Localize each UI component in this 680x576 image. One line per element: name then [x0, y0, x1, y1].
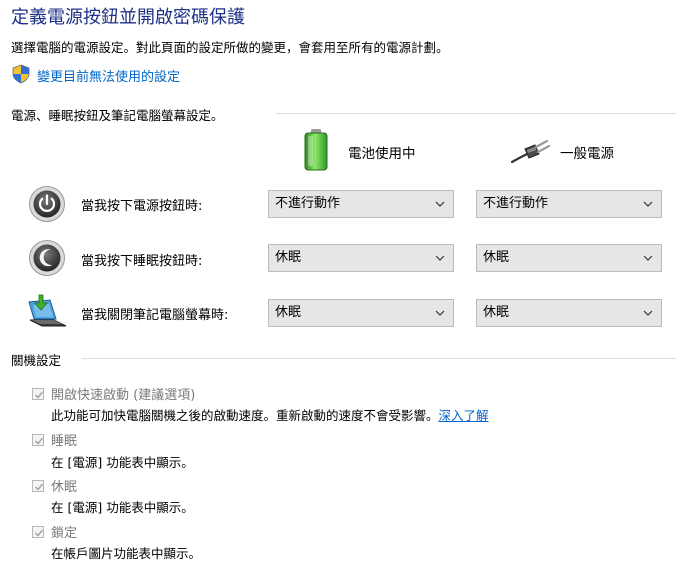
checkmark-icon — [35, 483, 44, 491]
lock-menu-description: 在帳戶圖片功能表中顯示。 — [51, 546, 202, 561]
battery-icon — [304, 129, 328, 171]
power-section-label: 電源、睡眠按鈕及筆記電腦螢幕設定。 — [11, 108, 224, 123]
power-plug-icon — [511, 139, 551, 164]
learn-more-link[interactable]: 深入了解 — [439, 408, 489, 423]
fast-startup-label: 開啟快速啟動 (建議選項) — [51, 388, 196, 403]
row-label-sleep-button: 當我按下睡眠按鈕時: — [81, 254, 203, 269]
column-header-battery: 電池使用中 — [348, 146, 416, 162]
row-label-power-button: 當我按下電源按鈕時: — [81, 199, 203, 214]
laptop-lid-icon — [28, 294, 67, 327]
power-button-plugged-select[interactable]: 不進行動作 — [476, 190, 662, 218]
chevron-down-icon — [435, 201, 445, 207]
chevron-down-icon — [643, 255, 653, 261]
select-value: 休眠 — [483, 305, 510, 320]
chevron-down-icon — [643, 310, 653, 316]
hibernate-menu-checkbox[interactable] — [32, 480, 44, 492]
checkmark-icon — [35, 529, 44, 537]
select-value: 休眠 — [483, 250, 510, 265]
shutdown-section-label: 關機設定 — [11, 353, 62, 368]
lid-close-plugged-select[interactable]: 休眠 — [476, 299, 662, 327]
section-divider — [276, 113, 676, 114]
chevron-down-icon — [643, 201, 653, 207]
sleep-menu-description: 在 [電源] 功能表中顯示。 — [51, 455, 194, 470]
uac-shield-icon — [12, 64, 30, 84]
sleep-menu-checkbox[interactable] — [32, 434, 44, 446]
fast-startup-description: 此功能可加快電腦關機之後的啟動速度。重新啟動的速度不會受影響。深入了解 — [51, 405, 489, 424]
fast-startup-checkbox[interactable] — [32, 388, 44, 400]
sleep-button-battery-select[interactable]: 休眠 — [268, 244, 454, 272]
sleep-button-icon — [29, 240, 65, 276]
power-button-battery-select[interactable]: 不進行動作 — [268, 190, 454, 218]
change-unavailable-settings-link[interactable]: 變更目前無法使用的設定 — [37, 66, 180, 85]
chevron-down-icon — [435, 310, 445, 316]
power-button-icon — [29, 186, 65, 222]
select-value: 休眠 — [275, 250, 302, 265]
lock-menu-checkbox[interactable] — [32, 526, 44, 538]
column-header-plugged-in: 一般電源 — [560, 146, 614, 162]
select-value: 不進行動作 — [275, 196, 341, 211]
page-description: 選擇電腦的電源設定。對此頁面的設定所做的變更，會套用至所有的電源計劃。 — [11, 40, 449, 55]
section-divider — [82, 358, 676, 359]
page-title: 定義電源按鈕並開啟密碼保護 — [11, 7, 245, 28]
checkmark-icon — [35, 391, 44, 399]
hibernate-menu-description: 在 [電源] 功能表中顯示。 — [51, 500, 194, 515]
select-value: 休眠 — [275, 305, 302, 320]
chevron-down-icon — [435, 255, 445, 261]
row-label-lid-close: 當我關閉筆記電腦螢幕時: — [81, 308, 229, 323]
description-text: 此功能可加快電腦關機之後的啟動速度。重新啟動的速度不會受影響。 — [51, 408, 439, 423]
lock-menu-label: 鎖定 — [51, 526, 78, 541]
select-value: 不進行動作 — [483, 196, 549, 211]
lid-close-battery-select[interactable]: 休眠 — [268, 299, 454, 327]
sleep-menu-label: 睡眠 — [51, 434, 78, 449]
sleep-button-plugged-select[interactable]: 休眠 — [476, 244, 662, 272]
checkmark-icon — [35, 437, 44, 445]
hibernate-menu-label: 休眠 — [51, 480, 78, 495]
